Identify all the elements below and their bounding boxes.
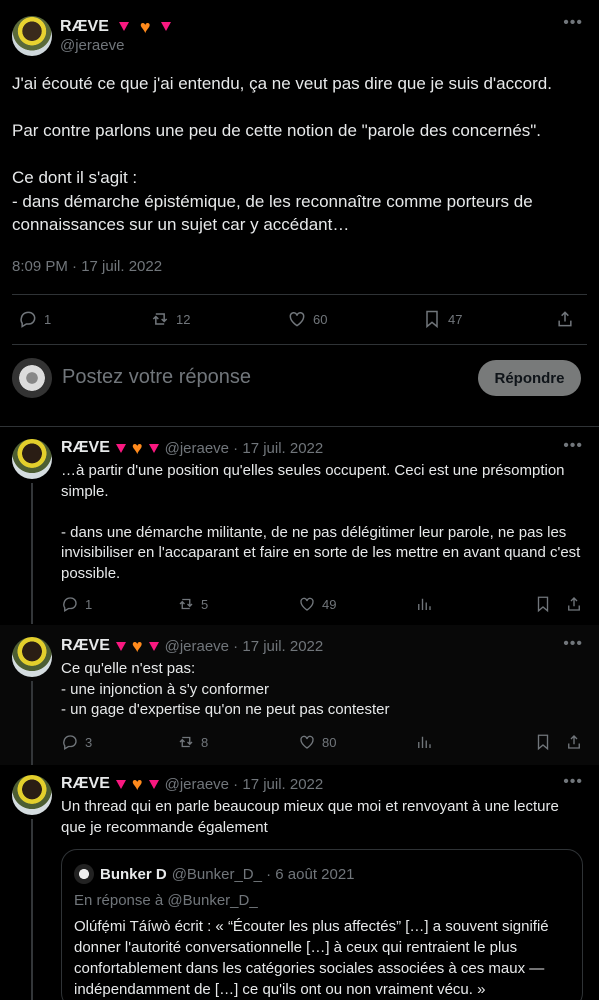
quoted-tweet[interactable]: Bunker D @Bunker_D_ · 6 août 2021 En rép… (61, 849, 583, 1000)
quoted-handle-time: @Bunker_D_ · 6 août 2021 (171, 865, 355, 883)
share-button[interactable] (565, 595, 589, 613)
bookmark-count: 47 (448, 311, 463, 327)
orange-heart-icon: ♥ (131, 438, 143, 458)
like-icon (298, 733, 316, 751)
author-handle[interactable]: @jeraeve (60, 37, 171, 54)
reply-button[interactable]: 1 (18, 309, 51, 329)
in-reply-to: En réponse à @Bunker_D_ (74, 892, 258, 909)
tweet-timestamp[interactable]: 8:09 PM · 17 juil. 2022 (12, 258, 162, 275)
pink-triangle-icon (148, 776, 159, 793)
orange-heart-icon: ♥ (131, 774, 143, 794)
orange-heart-icon: ♥ (139, 17, 151, 38)
retweet-icon (150, 309, 170, 329)
share-icon (565, 595, 583, 613)
avatar (12, 358, 52, 398)
main-tweet: RÆVE ♥ @jeraeve ••• J'ai écouté ce que j… (0, 0, 599, 345)
reply-count: 1 (44, 311, 52, 327)
avatar[interactable] (12, 439, 52, 479)
author-name[interactable]: RÆVE (61, 637, 110, 655)
bookmark-button[interactable] (534, 733, 558, 751)
retweet-icon (177, 733, 195, 751)
thread-reply[interactable]: RÆVE ♥ @jeraeve · 17 juil. 2022 ••• Un t… (0, 763, 599, 1000)
like-count: 60 (313, 311, 328, 327)
reply-text: Un thread qui en parle beaucoup mieux qu… (61, 798, 563, 836)
author-name[interactable]: RÆVE (60, 19, 109, 36)
orange-heart-icon: ♥ (131, 636, 143, 656)
reply-count: 3 (85, 734, 93, 750)
reply-input[interactable]: Postez votre réponse (62, 366, 251, 389)
views-button[interactable] (415, 595, 439, 613)
retweet-button[interactable]: 12 (150, 309, 190, 329)
retweet-count: 5 (201, 596, 209, 612)
pink-triangle-icon (115, 776, 126, 793)
share-icon (565, 733, 583, 751)
thread-line (31, 483, 33, 624)
reply-composer: Postez votre réponse Répondre (0, 345, 599, 427)
avatar[interactable] (12, 16, 52, 56)
reply-button[interactable]: 1 (61, 595, 92, 613)
like-button[interactable]: 80 (298, 733, 336, 751)
reply-submit-button[interactable]: Répondre (478, 360, 581, 396)
views-icon (415, 595, 433, 613)
share-button[interactable] (555, 309, 581, 329)
reply-button[interactable]: 3 (61, 733, 92, 751)
views-button[interactable] (415, 733, 439, 751)
avatar[interactable] (12, 637, 52, 677)
divider (12, 294, 587, 295)
main-tweet-header: RÆVE ♥ @jeraeve (12, 16, 171, 56)
author-name[interactable]: RÆVE (61, 775, 110, 793)
bookmark-button[interactable] (534, 595, 558, 613)
more-icon[interactable]: ••• (563, 437, 583, 455)
like-icon (298, 595, 316, 613)
author-handle-time[interactable]: @jeraeve · 17 juil. 2022 (165, 776, 324, 793)
reply-icon (18, 309, 38, 329)
bookmark-icon (534, 733, 552, 751)
pink-triangle-icon (148, 440, 159, 457)
pink-triangle-icon (115, 638, 126, 655)
avatar (74, 864, 94, 884)
retweet-button[interactable]: 5 (177, 595, 208, 613)
quoted-author-name: Bunker D (100, 865, 167, 883)
retweet-button[interactable]: 8 (177, 733, 208, 751)
like-button[interactable]: 60 (287, 309, 327, 329)
author-handle-time[interactable]: @jeraeve · 17 juil. 2022 (165, 440, 324, 457)
retweet-count: 12 (176, 311, 191, 327)
thread-line (31, 681, 33, 765)
retweet-icon (177, 595, 195, 613)
pink-triangle-icon (119, 18, 130, 36)
reply-icon (61, 595, 79, 613)
more-icon[interactable]: ••• (563, 14, 583, 32)
more-icon[interactable]: ••• (563, 773, 583, 791)
reply-count: 1 (85, 596, 93, 612)
reply-icon (61, 733, 79, 751)
tweet-text: J'ai écouté ce que j'ai entendu, ça ne v… (12, 74, 552, 234)
thread-line (31, 819, 33, 1000)
reply-text: Ce qu'elle n'est pas: - une injonction à… (61, 660, 390, 718)
pink-triangle-icon (160, 18, 171, 36)
thread-reply[interactable]: RÆVE ♥ @jeraeve · 17 juil. 2022 ••• …à p… (0, 427, 599, 624)
pink-triangle-icon (115, 440, 126, 457)
pink-triangle-icon (148, 638, 159, 655)
like-count: 80 (322, 734, 337, 750)
bookmark-icon (422, 309, 442, 329)
share-button[interactable] (565, 733, 589, 751)
thread-reply[interactable]: RÆVE ♥ @jeraeve · 17 juil. 2022 ••• Ce q… (0, 625, 599, 765)
reply-text: …à partir d'une position qu'elles seules… (61, 462, 581, 582)
bookmark-icon (534, 595, 552, 613)
like-icon (287, 309, 307, 329)
bookmark-button[interactable]: 47 (422, 309, 462, 329)
retweet-count: 8 (201, 734, 209, 750)
quoted-text: Olúfẹ́mi Táíwò écrit : « “Écouter les pl… (74, 918, 549, 998)
like-count: 49 (322, 596, 337, 612)
author-name[interactable]: RÆVE (61, 439, 110, 457)
avatar[interactable] (12, 775, 52, 815)
author-handle-time[interactable]: @jeraeve · 17 juil. 2022 (165, 638, 324, 655)
share-icon (555, 309, 575, 329)
views-icon (415, 733, 433, 751)
more-icon[interactable]: ••• (563, 635, 583, 653)
like-button[interactable]: 49 (298, 595, 336, 613)
tweet-actions: 1 12 60 47 (12, 302, 587, 336)
